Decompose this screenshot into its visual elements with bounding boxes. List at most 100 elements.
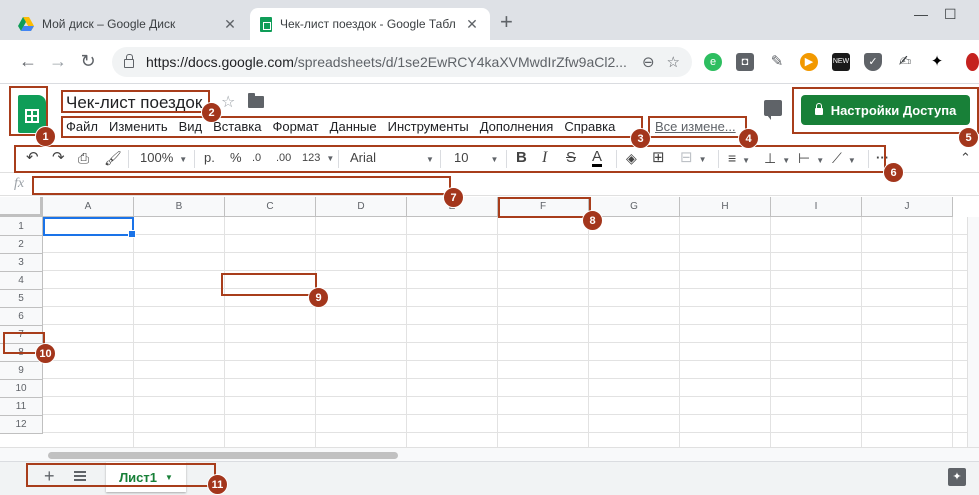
vertical-scrollbar[interactable]: [967, 217, 979, 447]
url-text: https://docs.google.com/spreadsheets/d/1…: [146, 54, 627, 70]
row-header[interactable]: 7: [0, 326, 43, 344]
all-sheets-icon[interactable]: [74, 471, 86, 481]
bookmark-star-icon[interactable]: ☆: [667, 53, 680, 71]
scrollbar-thumb[interactable]: [48, 452, 398, 459]
paint-format-icon[interactable]: 🖌: [104, 150, 122, 166]
text-rotation-icon[interactable]: ⟋ ▼: [832, 150, 856, 169]
undo-icon[interactable]: ↶: [26, 150, 39, 166]
row-header[interactable]: 2: [0, 236, 43, 254]
row-header[interactable]: 4: [0, 272, 43, 290]
signature-extension-icon[interactable]: ✍: [896, 53, 914, 71]
menu-addons[interactable]: Дополнения: [480, 119, 554, 135]
browser-tab-sheets[interactable]: Чек-лист поездок - Google Табл ✕: [250, 8, 490, 40]
back-icon[interactable]: ←: [18, 51, 38, 71]
decrease-decimal-button[interactable]: .0: [252, 150, 261, 166]
row-header[interactable]: 9: [0, 362, 43, 380]
folder-icon[interactable]: [248, 93, 264, 108]
column-header-a[interactable]: A: [43, 197, 134, 217]
zoom-select[interactable]: 100% ▼: [140, 150, 187, 168]
menu-tools[interactable]: Инструменты: [388, 119, 469, 135]
zoom-icon[interactable]: ⊖: [642, 53, 655, 71]
evernote-extension-icon[interactable]: e: [704, 53, 722, 71]
row-header[interactable]: 11: [0, 398, 43, 416]
document-title[interactable]: Чек-лист поездок: [66, 93, 202, 113]
maximize-icon[interactable]: ☐: [944, 6, 957, 23]
column-header-c[interactable]: C: [225, 197, 316, 217]
comments-icon[interactable]: [764, 100, 782, 120]
profile-avatar[interactable]: [966, 53, 979, 71]
star-icon[interactable]: ☆: [221, 92, 235, 112]
vertical-align-icon[interactable]: ⊥ ▼: [764, 150, 790, 169]
column-header-f[interactable]: F: [498, 197, 589, 217]
horizontal-align-icon[interactable]: ≡ ▼: [728, 150, 750, 169]
address-bar[interactable]: https://docs.google.com/spreadsheets/d/1…: [112, 47, 692, 77]
row-header[interactable]: 10: [0, 380, 43, 398]
font-size-select[interactable]: 10 ▼: [454, 150, 502, 168]
format-currency-button[interactable]: р.: [204, 150, 215, 166]
annotation-badge: 10: [35, 343, 56, 364]
formula-input[interactable]: [34, 178, 934, 192]
explore-icon[interactable]: ✦: [948, 468, 966, 486]
row-header[interactable]: 12: [0, 416, 43, 434]
column-header-g[interactable]: G: [589, 197, 680, 217]
cell-area[interactable]: [43, 217, 979, 447]
more-formats-select[interactable]: 123 ▼: [302, 150, 334, 167]
new-extension-icon[interactable]: NEW: [832, 53, 850, 71]
annotation-badge: 7: [443, 187, 464, 208]
menu-help[interactable]: Справка: [564, 119, 615, 135]
ninja-extension-icon[interactable]: ✦: [928, 53, 946, 71]
font-family-select[interactable]: Arial ▼: [350, 150, 434, 168]
merge-cells-icon[interactable]: ⊟ ▼: [680, 150, 707, 168]
menu-edit[interactable]: Изменить: [109, 119, 168, 135]
menu-file[interactable]: Файл: [66, 119, 98, 135]
browser-tab-title: Мой диск – Google Диск: [42, 17, 176, 31]
reload-icon[interactable]: ↻: [78, 51, 98, 71]
column-header-h[interactable]: H: [680, 197, 771, 217]
strikethrough-button[interactable]: S: [566, 150, 576, 166]
column-header-j[interactable]: J: [862, 197, 953, 217]
menu-insert[interactable]: Вставка: [213, 119, 261, 135]
shield-extension-icon[interactable]: ✓: [864, 53, 882, 71]
format-percent-button[interactable]: %: [230, 150, 242, 166]
sheet-tab-list1[interactable]: Лист1 ▼: [106, 462, 186, 492]
fill-color-icon[interactable]: ◈: [626, 150, 637, 166]
browser-tab-drive[interactable]: Мой диск – Google Диск ✕: [8, 8, 248, 40]
bold-button[interactable]: B: [516, 150, 527, 166]
select-all-corner[interactable]: [0, 197, 43, 217]
menu-format[interactable]: Формат: [272, 119, 318, 135]
toolbar-divider: [616, 150, 617, 168]
camera-extension-icon[interactable]: ◘: [736, 53, 754, 71]
close-tab-icon[interactable]: ✕: [464, 16, 480, 33]
print-icon[interactable]: ⎙: [78, 150, 89, 166]
last-edit-link[interactable]: Все измене...: [655, 119, 736, 134]
play-extension-icon[interactable]: ▶: [800, 53, 818, 71]
row-header[interactable]: 1: [0, 217, 43, 236]
browser-tab-title: Чек-лист поездок - Google Табл: [280, 17, 456, 31]
row-header[interactable]: 6: [0, 308, 43, 326]
borders-icon[interactable]: ⊞: [652, 150, 665, 166]
column-header-b[interactable]: B: [134, 197, 225, 217]
text-wrapping-icon[interactable]: ⊢ ▼: [798, 150, 824, 169]
menu-view[interactable]: Вид: [179, 119, 203, 135]
menu-data[interactable]: Данные: [330, 119, 377, 135]
text-color-button[interactable]: A: [592, 149, 603, 167]
collapse-menu-icon[interactable]: ⌃: [960, 150, 971, 166]
redo-icon[interactable]: ↷: [52, 150, 65, 166]
close-tab-icon[interactable]: ✕: [222, 16, 238, 33]
column-header-i[interactable]: I: [771, 197, 862, 217]
horizontal-scrollbar[interactable]: [0, 447, 979, 461]
minimize-icon[interactable]: —: [914, 6, 928, 22]
eyedropper-extension-icon[interactable]: ✎: [768, 53, 786, 71]
selected-cell-a1[interactable]: [43, 217, 136, 238]
row-header[interactable]: 3: [0, 254, 43, 272]
add-sheet-button[interactable]: +: [44, 466, 55, 487]
chevron-down-icon[interactable]: ▼: [165, 473, 173, 482]
column-header-d[interactable]: D: [316, 197, 407, 217]
forward-icon[interactable]: →: [48, 51, 68, 71]
row-header[interactable]: 5: [0, 290, 43, 308]
italic-button[interactable]: I: [542, 150, 547, 166]
share-button[interactable]: Настройки Доступа: [801, 95, 970, 125]
increase-decimal-button[interactable]: .00: [276, 150, 291, 166]
toolbar-divider: [194, 150, 195, 168]
new-tab-button[interactable]: +: [500, 11, 513, 33]
